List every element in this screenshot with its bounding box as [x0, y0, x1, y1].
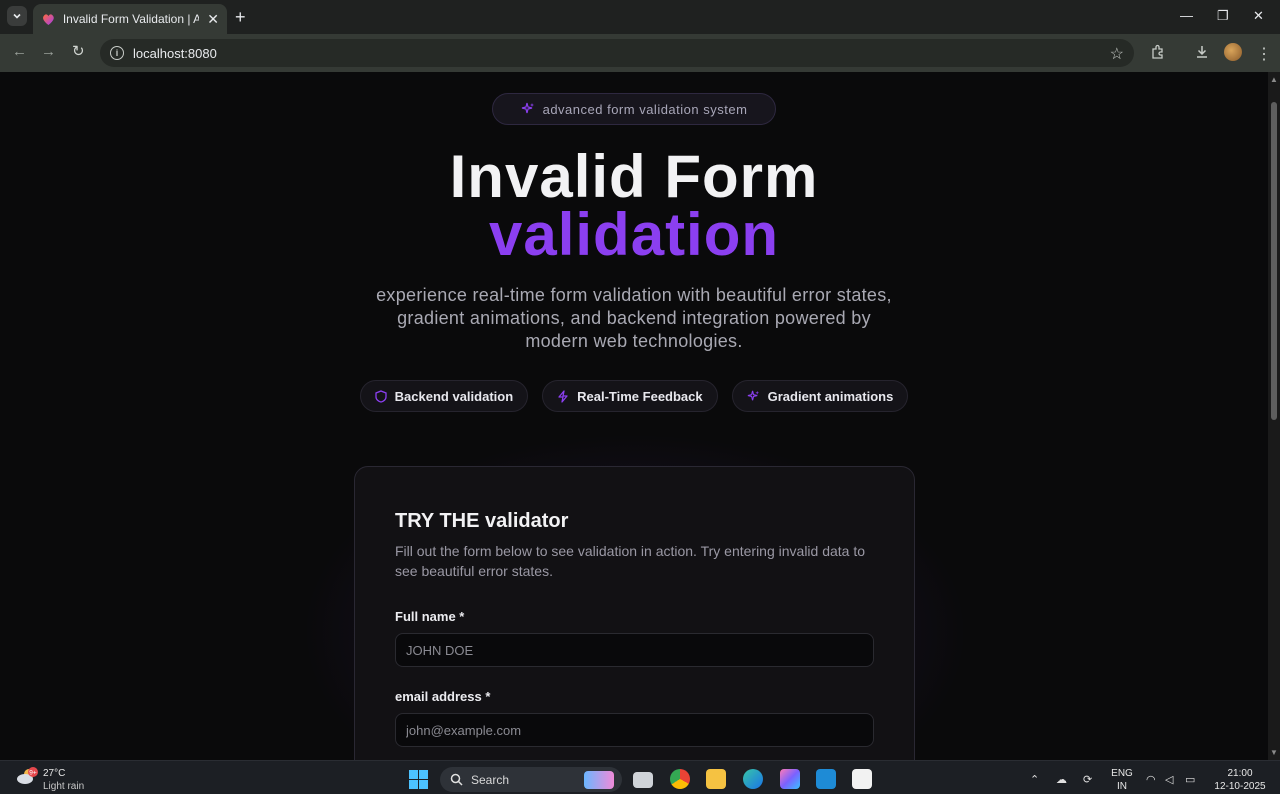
full-name-input[interactable] [395, 633, 874, 667]
chevron-down-icon [13, 13, 21, 19]
bookmark-star-icon[interactable]: ☆ [1110, 44, 1124, 64]
task-view-icon[interactable] [633, 772, 653, 788]
validator-form-card: TRY THE validator Fill out the form belo… [354, 466, 915, 760]
store-icon[interactable] [852, 769, 872, 789]
file-explorer-icon[interactable] [706, 769, 726, 789]
page-scrollbar[interactable]: ▲ ▼ [1268, 72, 1280, 760]
hero-title-line-2: validation [488, 201, 780, 268]
sparkle-icon [747, 390, 759, 400]
volume-icon[interactable]: ◁ [1165, 773, 1173, 786]
lightning-icon [558, 389, 568, 403]
tray-expand-icon[interactable]: ⌃ [1030, 773, 1039, 786]
tab-close-icon[interactable]: ✕ [207, 12, 219, 26]
weather-rain-icon[interactable]: 9+ [16, 767, 38, 787]
site-info-icon[interactable]: i [110, 46, 124, 60]
full-name-label: Full name * [395, 609, 465, 624]
reload-icon[interactable]: ↻ [72, 44, 85, 60]
vscode-icon[interactable] [816, 769, 836, 789]
scroll-up-icon[interactable]: ▲ [1270, 75, 1278, 84]
language-indicator[interactable]: ENG [1108, 768, 1136, 779]
clock-time[interactable]: 21:00 [1210, 768, 1270, 779]
profile-avatar[interactable] [1224, 43, 1242, 61]
window-close-icon[interactable]: ✕ [1253, 8, 1264, 24]
browser-tab[interactable]: Invalid Form Validation | Advanced ✕ [33, 4, 227, 34]
copilot-icon[interactable] [780, 769, 800, 789]
hero-badge-text: advanced form validation system [542, 101, 748, 117]
browser-toolbar: ← → ↻ i localhost:8080 ☆ ⋮ [0, 34, 1280, 72]
battery-icon[interactable]: ▭ [1185, 773, 1195, 786]
wifi-icon[interactable]: ◠ [1146, 773, 1156, 786]
hero-description: experience real-time form validation wit… [376, 285, 892, 351]
favicon-icon [43, 13, 54, 25]
tab-search-button[interactable] [7, 6, 27, 26]
address-bar[interactable]: i localhost:8080 ☆ [100, 39, 1134, 67]
taskbar-search-label: Search [471, 772, 510, 787]
new-tab-button[interactable]: + [235, 8, 246, 26]
feature-pill-animations: Gradient animations [731, 380, 909, 412]
chrome-icon[interactable] [670, 769, 690, 789]
clock-date[interactable]: 12-10-2025 [1210, 781, 1270, 792]
weather-temperature[interactable]: 27°C [43, 768, 65, 779]
email-input[interactable] [395, 713, 874, 747]
feature-pill-backend: Backend validation [359, 380, 529, 412]
weather-condition[interactable]: Light rain [43, 781, 84, 792]
edge-icon[interactable] [743, 769, 763, 789]
forward-icon[interactable]: → [41, 44, 56, 60]
region-indicator[interactable]: IN [1108, 781, 1136, 792]
menu-kebab-icon[interactable]: ⋮ [1256, 44, 1272, 64]
feature-pill-label: Backend validation [394, 388, 514, 404]
hero-badge: advanced form validation system [492, 93, 776, 125]
onedrive-icon[interactable]: ☁ [1056, 773, 1067, 786]
shield-icon [375, 389, 387, 403]
tab-title: Invalid Form Validation | Advanced [62, 12, 200, 26]
restore-icon[interactable]: ❐ [1217, 8, 1229, 24]
search-icon [450, 773, 463, 786]
windows-taskbar: 9+ 27°C Light rain Search ⌃ ☁ ⟳ ENG IN ◠… [0, 760, 1280, 794]
feature-pill-label: Gradient animations [767, 388, 894, 404]
downloads-icon[interactable] [1194, 44, 1210, 60]
email-label: email address * [395, 689, 491, 704]
sparkle-icon [521, 102, 534, 114]
feature-pill-feedback: Real-Time Feedback [542, 380, 718, 412]
form-description: Fill out the form below to see validatio… [395, 543, 866, 579]
taskbar-search[interactable]: Search [440, 767, 622, 792]
minimize-icon[interactable]: — [1180, 8, 1193, 23]
windows-start-icon[interactable] [409, 770, 428, 789]
scroll-thumb[interactable] [1271, 102, 1277, 420]
extensions-icon[interactable] [1150, 44, 1166, 60]
weather-badge-count: 9+ [29, 770, 37, 777]
form-title: TRY THE validator [395, 510, 569, 532]
back-icon[interactable]: ← [12, 44, 27, 60]
search-highlight-icon [584, 770, 614, 789]
url-text[interactable]: localhost:8080 [133, 46, 217, 61]
feature-pills: Backend validation Real-Time Feedback Gr… [0, 380, 1268, 412]
sync-icon[interactable]: ⟳ [1083, 773, 1092, 786]
scroll-down-icon[interactable]: ▼ [1270, 748, 1278, 757]
browser-tab-bar: Invalid Form Validation | Advanced ✕ + —… [0, 0, 1280, 34]
web-page: advanced form validation system Invalid … [0, 72, 1268, 760]
feature-pill-label: Real-Time Feedback [577, 388, 703, 404]
